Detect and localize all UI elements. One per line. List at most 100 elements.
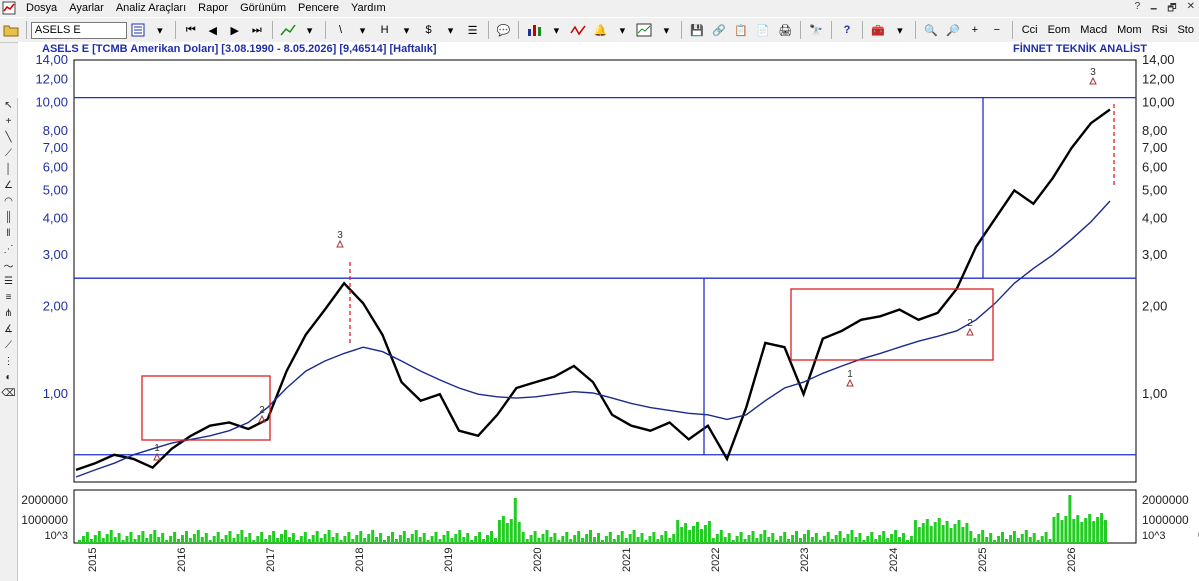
next-icon[interactable]: ▶ bbox=[226, 21, 244, 39]
print-icon[interactable]: 🖨 bbox=[776, 21, 794, 39]
menu-rapor[interactable]: Rapor bbox=[192, 0, 234, 16]
angle-icon[interactable]: ∡ bbox=[0, 322, 17, 336]
volume-bar bbox=[652, 532, 656, 543]
wave-icon[interactable]: 〜 bbox=[0, 258, 17, 273]
volume-bar bbox=[787, 539, 791, 543]
open-folder-icon[interactable] bbox=[2, 21, 20, 39]
mom-button[interactable]: Mom bbox=[1112, 24, 1146, 36]
volume-bar bbox=[268, 535, 272, 543]
volume-bar bbox=[735, 536, 739, 543]
volume-bar bbox=[371, 530, 375, 543]
chevron-down-icon[interactable]: ▾ bbox=[301, 21, 319, 39]
trendline-icon[interactable]: \ bbox=[332, 21, 350, 39]
crosshair-icon[interactable]: + bbox=[0, 114, 17, 128]
chevron-down-icon[interactable]: ▾ bbox=[398, 21, 416, 39]
fib-icon[interactable]: ║ bbox=[0, 210, 17, 224]
volume-bar bbox=[806, 530, 810, 543]
speed-icon[interactable]: ◐ bbox=[0, 370, 17, 384]
macd-button[interactable]: Macd bbox=[1075, 24, 1112, 36]
alarm-icon[interactable]: 🔔 bbox=[591, 21, 609, 39]
eraser-icon[interactable]: ⌫ bbox=[0, 386, 17, 400]
volume-bar bbox=[700, 529, 703, 543]
fan-icon[interactable]: ⋰ bbox=[0, 242, 17, 256]
save-icon[interactable]: 💾 bbox=[688, 21, 706, 39]
line-icon[interactable]: ╲ bbox=[0, 130, 17, 144]
grid-icon[interactable]: ☰ bbox=[0, 274, 17, 288]
first-icon[interactable]: ⏮ bbox=[182, 21, 200, 39]
chevron-down-icon[interactable]: ▾ bbox=[547, 21, 565, 39]
symbol-input[interactable] bbox=[30, 21, 127, 39]
ray-icon[interactable]: ⟋ bbox=[0, 146, 17, 160]
menu-dosya[interactable]: Dosya bbox=[20, 0, 63, 16]
horizontal-line-icon[interactable]: H bbox=[376, 21, 394, 39]
chevron-down-icon[interactable]: ▾ bbox=[442, 21, 460, 39]
points-icon[interactable]: ⋮ bbox=[0, 354, 17, 368]
menu-yardim[interactable]: Yardım bbox=[345, 0, 392, 16]
volume-bar bbox=[1005, 539, 1008, 543]
eom-button[interactable]: Eom bbox=[1043, 24, 1076, 36]
volume-bar bbox=[624, 538, 628, 543]
x-tick-label: 2016 bbox=[176, 548, 188, 572]
regression-icon[interactable]: ⟋ bbox=[0, 338, 17, 352]
help-window-button[interactable]: ? bbox=[1135, 1, 1141, 18]
y-tick-label-right: 12,00 bbox=[1142, 72, 1175, 87]
zoom-in-icon[interactable]: 🔍 bbox=[922, 21, 940, 39]
comment-icon[interactable]: 💬 bbox=[494, 21, 512, 39]
minus-icon[interactable]: − bbox=[988, 21, 1006, 39]
price-chart[interactable]: 14,00 14,0012,00 12,0010,00 10,008,00 8,007,… bbox=[18, 42, 1199, 581]
chevron-down-icon[interactable]: ▾ bbox=[613, 21, 631, 39]
y-tick-label-left: 3,00 bbox=[43, 247, 68, 262]
menu-analiz-araclari[interactable]: Analiz Araçları bbox=[110, 0, 192, 16]
toolbox-icon[interactable]: 🧰 bbox=[869, 21, 887, 39]
volume-bar bbox=[105, 534, 109, 543]
link-icon[interactable]: 🔗 bbox=[710, 21, 728, 39]
volume-bar bbox=[1080, 522, 1084, 543]
volume-bar bbox=[450, 538, 454, 543]
minimize-button[interactable]: 🗕 bbox=[1150, 1, 1157, 18]
last-icon[interactable]: ⏭ bbox=[248, 21, 266, 39]
y-tick-label-left: 7,00 bbox=[43, 140, 68, 155]
rsi-button[interactable]: Rsi bbox=[1147, 24, 1173, 36]
help-icon[interactable]: ? bbox=[838, 21, 856, 39]
gann-icon[interactable]: ‖ bbox=[0, 226, 17, 240]
chevron-down-icon[interactable]: ▾ bbox=[657, 21, 675, 39]
menu-gorunum[interactable]: Görünüm bbox=[234, 0, 292, 16]
chart-area[interactable]: ASELS E [TCMB Amerikan Doları] [3.08.199… bbox=[18, 42, 1199, 581]
chevron-down-icon[interactable]: ▾ bbox=[891, 21, 909, 39]
cursor-icon[interactable]: ↖ bbox=[0, 98, 17, 112]
volume-bar bbox=[1036, 540, 1040, 543]
volume-bar bbox=[474, 536, 478, 543]
chevron-down-icon[interactable]: ▾ bbox=[151, 21, 169, 39]
indicator-icon[interactable] bbox=[569, 21, 587, 39]
zoom-out-icon[interactable]: 🔎 bbox=[944, 21, 962, 39]
pitchfork-icon[interactable]: ⋔ bbox=[0, 306, 17, 320]
copy-icon[interactable]: 📋 bbox=[732, 21, 750, 39]
prev-icon[interactable]: ◀ bbox=[204, 21, 222, 39]
menu-ayarlar[interactable]: Ayarlar bbox=[63, 0, 110, 16]
restore-button[interactable]: 🗗 bbox=[1167, 1, 1176, 18]
volume-bar bbox=[803, 534, 806, 543]
plus-icon[interactable]: + bbox=[966, 21, 984, 39]
bar-chart-icon[interactable] bbox=[525, 21, 543, 39]
volume-bar bbox=[799, 538, 802, 543]
close-button[interactable]: ✕ bbox=[1187, 1, 1195, 18]
chart-type-icon[interactable] bbox=[279, 21, 297, 39]
chart-window-icon[interactable] bbox=[635, 21, 653, 39]
wave-label: 1 bbox=[154, 443, 160, 454]
paste-icon[interactable]: 📄 bbox=[754, 21, 772, 39]
cycle-icon[interactable]: ≡ bbox=[0, 290, 17, 304]
binoculars-icon[interactable]: 🔭 bbox=[807, 21, 825, 39]
chevron-down-icon[interactable]: ▾ bbox=[354, 21, 372, 39]
arc-icon[interactable]: ◠ bbox=[0, 194, 17, 208]
dollar-icon[interactable]: $ bbox=[420, 21, 438, 39]
channel-icon[interactable]: ∠ bbox=[0, 178, 17, 192]
vertical-line-icon[interactable]: │ bbox=[0, 162, 17, 176]
symbol-list-icon[interactable] bbox=[129, 21, 147, 39]
wave-label: 1 bbox=[847, 369, 853, 380]
wave-label: 3 bbox=[337, 230, 343, 241]
menu-pencere[interactable]: Pencere bbox=[292, 0, 345, 16]
list-icon[interactable]: ☰ bbox=[464, 21, 482, 39]
sto-button[interactable]: Sto bbox=[1172, 24, 1199, 36]
volume-bar bbox=[121, 540, 125, 543]
cci-button[interactable]: Cci bbox=[1017, 24, 1043, 36]
